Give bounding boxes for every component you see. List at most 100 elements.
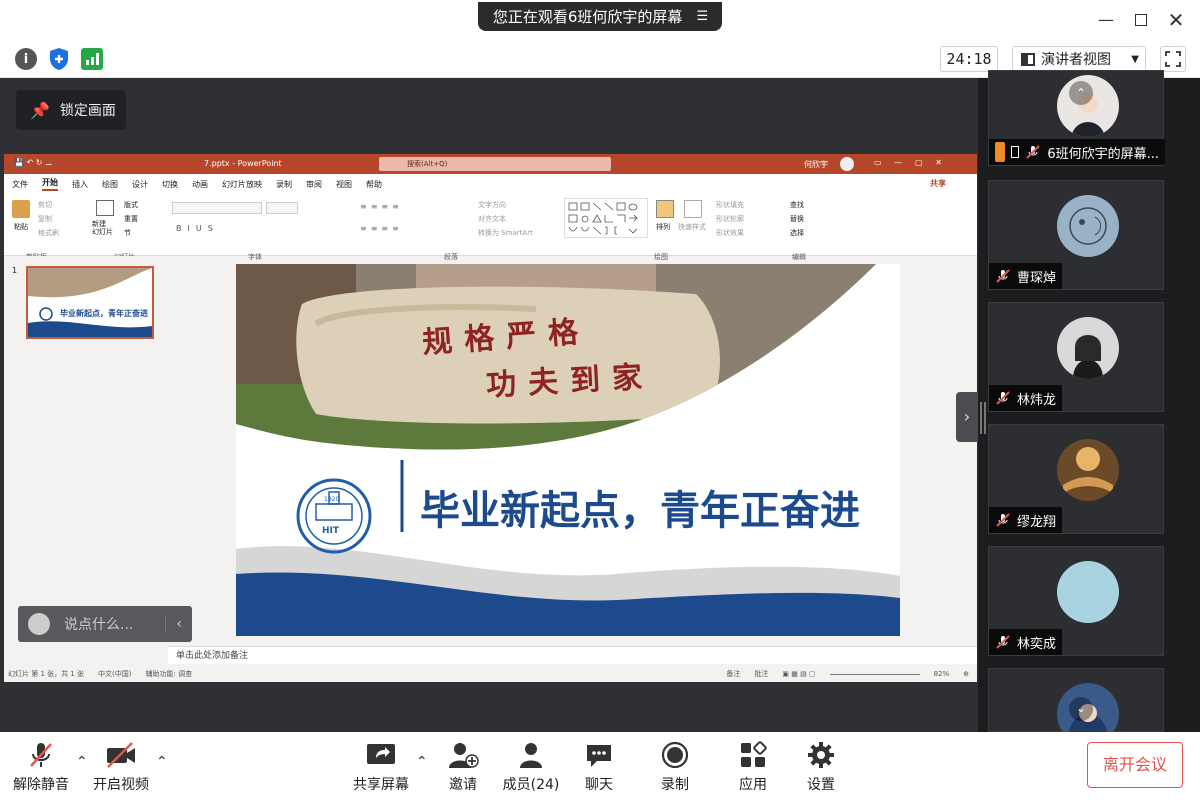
ppt-tab[interactable]: 录制 — [276, 179, 292, 190]
unmute-button[interactable]: 解除静音 — [6, 740, 76, 794]
emoji-icon[interactable] — [28, 613, 50, 635]
chevron-down-icon[interactable]: ⌄ — [1069, 697, 1093, 721]
arrange-icon[interactable] — [656, 200, 674, 218]
maximize-icon[interactable] — [1129, 8, 1153, 32]
participant-tile[interactable]: 林奕成 — [988, 546, 1164, 656]
participant-name: 林奕成 — [1017, 636, 1057, 652]
select-button[interactable]: 选择 — [790, 228, 804, 238]
cut-button[interactable]: 剪切 — [38, 200, 52, 210]
zoom-level[interactable]: 82% — [934, 670, 950, 678]
participant-tile[interactable]: 林炜龙 — [988, 302, 1164, 412]
notes-toggle[interactable]: 备注 — [726, 669, 740, 679]
align-buttons[interactable]: ≡≡≡≡ — [360, 224, 403, 233]
text-direction-button[interactable]: 文字方向 — [478, 200, 506, 210]
close-icon[interactable]: ✕ — [1164, 8, 1188, 32]
format-painter-button[interactable]: 格式刷 — [38, 228, 59, 238]
avatar — [1057, 195, 1119, 257]
apps-button[interactable]: 应用 — [718, 740, 788, 794]
ppt-window-controls[interactable]: ▭ — ▢ ✕ — [874, 158, 942, 167]
list-buttons[interactable]: ≡≡≡≡ — [360, 202, 403, 211]
accessibility-indicator[interactable]: 辅助功能: 调查 — [146, 669, 193, 679]
members-icon — [496, 740, 566, 770]
new-slide-icon[interactable] — [96, 200, 114, 216]
chevron-left-icon[interactable]: ‹ — [165, 616, 192, 632]
font-name-select[interactable] — [172, 202, 262, 214]
shapes-gallery[interactable] — [564, 198, 648, 238]
quick-styles-icon[interactable] — [684, 200, 702, 218]
ppt-tab[interactable]: 设计 — [132, 179, 148, 190]
slide-number: 1 — [12, 266, 18, 275]
shape-fill-button[interactable]: 形状填充 — [716, 200, 744, 210]
shield-icon[interactable] — [48, 47, 70, 71]
comments-toggle[interactable]: 批注 — [754, 669, 768, 679]
start-video-button[interactable]: 开启视频 — [86, 740, 156, 794]
ppt-tab-active[interactable]: 开始 — [42, 177, 58, 191]
font-format-buttons[interactable]: BIUS — [176, 224, 219, 233]
record-button[interactable]: 录制 — [640, 740, 710, 794]
participant-tile[interactable]: ⌃ 6班何欣宇的屏幕... — [988, 70, 1165, 166]
view-buttons[interactable]: ▣ ▦ ▤ ▢ — [782, 670, 815, 678]
ppt-tab[interactable]: 审阅 — [306, 179, 322, 190]
invite-button[interactable]: 邀请 — [428, 740, 498, 794]
new-slide-label[interactable]: 新建 幻灯片 — [92, 220, 113, 236]
ppt-search-box[interactable]: 搜索(Alt+Q) — [379, 157, 611, 171]
ppt-share-button[interactable]: 共享 — [930, 178, 946, 189]
members-button[interactable]: 成员(24) — [496, 740, 566, 794]
fit-slide-icon[interactable]: ⊕ — [963, 670, 969, 678]
participant-tile[interactable]: 缪龙翔 — [988, 424, 1164, 534]
settings-button[interactable]: 设置 — [786, 740, 856, 794]
collapse-panel-button[interactable]: › — [956, 392, 978, 442]
ppt-tab[interactable]: 视图 — [336, 179, 352, 190]
smartart-button[interactable]: 转换为 SmartArt — [478, 228, 533, 238]
powerpoint-window[interactable]: 💾 ↶ ↻ ⚊ 7.pptx - PowerPoint 搜索(Alt+Q) 何欣… — [4, 154, 977, 682]
ppt-tab[interactable]: 文件 — [12, 179, 28, 190]
slide-thumbnail[interactable]: 毕业新起点，青年正奋进 — [26, 266, 154, 339]
panel-resize-grip[interactable] — [980, 402, 986, 434]
share-screen-button[interactable]: 共享屏幕 — [346, 740, 416, 794]
minimize-icon[interactable]: — — [1094, 8, 1118, 32]
align-text-button[interactable]: 对齐文本 — [478, 214, 506, 224]
info-icon[interactable]: i — [15, 48, 37, 70]
section-button[interactable]: 节 — [124, 228, 131, 238]
font-size-select[interactable] — [266, 202, 298, 214]
lock-view-button[interactable]: 📌 锁定画面 — [16, 90, 126, 130]
ppt-tab[interactable]: 绘图 — [102, 179, 118, 190]
participant-nameplate: 林炜龙 — [989, 385, 1063, 411]
ppt-tab[interactable]: 帮助 — [366, 179, 382, 190]
slide-canvas[interactable]: 规格严格 功夫到家 毕业新起点，青年正奋进 HIT 1920 — [236, 264, 900, 636]
unmute-label: 解除静音 — [13, 777, 69, 793]
shape-effects-button[interactable]: 形状效果 — [716, 228, 744, 238]
copy-button[interactable]: 复制 — [38, 214, 52, 224]
find-button[interactable]: 查找 — [790, 200, 804, 210]
fullscreen-button[interactable] — [1160, 46, 1186, 72]
chat-button[interactable]: 聊天 — [564, 740, 634, 794]
ppt-tab[interactable]: 插入 — [72, 179, 88, 190]
menu-lines-icon[interactable]: ☰ — [696, 9, 708, 24]
quick-access-icons[interactable]: 💾 ↶ ↻ ⚊ — [14, 158, 52, 167]
notes-pane[interactable]: 单击此处添加备注 — [168, 646, 977, 664]
arrange-label[interactable]: 排列 — [656, 222, 670, 232]
chat-input-box[interactable]: 说点什么... ‹ — [18, 606, 192, 642]
participant-tile[interactable]: 曹琛焯 — [988, 180, 1164, 290]
chevron-up-icon[interactable]: ⌃ — [1069, 81, 1093, 105]
language-indicator[interactable]: 中文(中国) — [98, 669, 131, 679]
paste-label[interactable]: 粘贴 — [14, 222, 28, 232]
zoom-slider[interactable] — [829, 673, 920, 675]
ppt-tab[interactable]: 幻灯片放映 — [222, 179, 262, 190]
ppt-tab[interactable]: 动画 — [192, 179, 208, 190]
participant-tile[interactable]: ⌄ — [988, 668, 1164, 745]
reset-button[interactable]: 重置 — [124, 214, 138, 224]
logo-year: 1920 — [324, 496, 340, 503]
video-options-caret[interactable]: ⌃ — [156, 754, 168, 770]
share-options-caret[interactable]: ⌃ — [416, 754, 428, 770]
layout-button[interactable]: 版式 — [124, 200, 138, 210]
ppt-tab[interactable]: 切换 — [162, 179, 178, 190]
quick-styles-label[interactable]: 快速样式 — [678, 222, 706, 232]
shape-outline-button[interactable]: 形状轮廓 — [716, 214, 744, 224]
ppt-user-avatar[interactable] — [840, 157, 854, 171]
leave-meeting-button[interactable]: 离开会议 — [1087, 742, 1183, 788]
signal-icon[interactable] — [81, 48, 103, 70]
paste-icon[interactable] — [12, 200, 30, 218]
view-mode-dropdown[interactable]: 演讲者视图 ▼ — [1012, 46, 1146, 72]
replace-button[interactable]: 替换 — [790, 214, 804, 224]
